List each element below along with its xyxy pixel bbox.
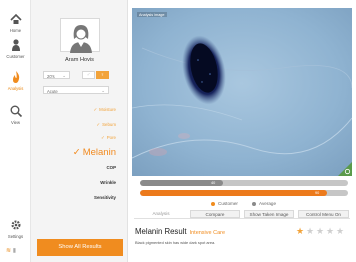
nav-item-settings[interactable]: Settings	[0, 218, 31, 239]
gender-female-toggle[interactable]: ♀	[96, 71, 109, 79]
person-icon	[11, 39, 20, 51]
gender-male-toggle[interactable]: ♂	[82, 71, 95, 79]
customer-panel: Aram Hovis 20's ⌄ ♂ ♀ Acute ⌄ ✓ Moisture …	[31, 0, 128, 262]
customer-name: Aram Hovis	[65, 57, 94, 63]
legend-average: Average	[252, 201, 276, 206]
chevron-down-icon: ⌄	[62, 73, 66, 78]
battery-icon: ▮	[12, 248, 17, 254]
female-icon: ♀	[100, 72, 105, 78]
average-bar: 90	[140, 190, 348, 196]
legend-dot-average	[252, 201, 256, 206]
wifi-icon: ≋	[6, 248, 12, 254]
female-avatar-icon	[70, 25, 92, 53]
chevron-down-icon: ⌄	[101, 88, 105, 93]
legend-dot-customer	[211, 201, 215, 206]
analysis-content: Analysis image 40 90 Customer Average An…	[128, 0, 356, 262]
age-value: 20's	[47, 73, 55, 79]
metric-sensitivity[interactable]: Sensitivity	[94, 195, 116, 200]
result-description: Black pigmented skin has wide dark spot …	[135, 240, 216, 245]
nav-item-customer[interactable]: Customer	[0, 38, 31, 59]
nav-item-analysis[interactable]: Analysis	[0, 70, 31, 91]
metric-sebum[interactable]: ✓ Sebum	[96, 122, 116, 128]
nav-label-view: View	[10, 120, 20, 125]
image-label: Analysis image	[137, 12, 167, 17]
customer-bar-value: 40	[211, 181, 216, 185]
result-heading: Melanin Result Intensive Care	[135, 227, 225, 236]
nav-item-home[interactable]: Home	[0, 12, 31, 33]
flame-icon	[12, 71, 19, 83]
nav-rail: Home Customer Analysis View Settings ≋ ▮	[0, 0, 31, 262]
nav-label-analysis: Analysis	[7, 86, 24, 91]
customer-bar: 40	[140, 180, 348, 186]
skin-type-value: Acute	[47, 88, 58, 94]
check-icon: ✓	[93, 107, 98, 112]
metric-cop[interactable]: COP	[106, 165, 116, 170]
legend-customer: Customer	[211, 201, 238, 206]
result-title: Melanin Result	[135, 227, 187, 236]
check-icon: ✓	[96, 122, 101, 127]
metric-melanin[interactable]: ✓ Melanin	[73, 147, 116, 158]
nav-label-settings: Settings	[7, 234, 24, 239]
customer-avatar	[60, 18, 100, 53]
metric-wrinkle[interactable]: Wrinkle	[100, 180, 116, 185]
result-tabs: Analysis Compare Show Taken Image Contro…	[134, 209, 350, 219]
check-icon: ✓	[101, 135, 105, 140]
app-window: Home Customer Analysis View Settings ≋ ▮…	[0, 0, 356, 262]
check-icon: ✓	[72, 147, 81, 158]
metric-pore[interactable]: ✓ Pore	[101, 135, 116, 141]
home-icon	[9, 13, 22, 24]
tab-control-menu[interactable]: Control Menu On	[298, 210, 349, 218]
result-grade: Intensive Care	[189, 230, 226, 236]
skin-analysis-image[interactable]: Analysis image	[132, 8, 352, 176]
tab-compare[interactable]: Compare	[190, 210, 240, 218]
gear-icon	[10, 220, 21, 230]
connection-status: ≋ ▮	[6, 247, 16, 254]
tab-analysis[interactable]: Analysis	[136, 210, 186, 218]
metric-moisture[interactable]: ✓ Moisture	[93, 107, 116, 113]
skin-photo	[132, 8, 352, 176]
star-icon: ★	[316, 226, 325, 236]
tab-show-taken-image[interactable]: Show Taken Image	[244, 210, 294, 218]
nav-label-home: Home	[9, 28, 22, 33]
age-select[interactable]: 20's ⌄	[43, 71, 70, 79]
magnifier-icon	[10, 105, 22, 118]
average-bar-value: 90	[315, 191, 320, 195]
show-all-results-button[interactable]: Show All Results	[37, 239, 123, 256]
nav-item-view[interactable]: View	[0, 104, 31, 125]
star-icon: ★	[336, 226, 345, 236]
rotate-icon[interactable]	[338, 162, 352, 176]
male-icon: ♂	[86, 72, 91, 78]
skin-type-select[interactable]: Acute ⌄	[43, 86, 109, 94]
star-icon: ★	[306, 226, 315, 236]
nav-label-customer: Customer	[6, 54, 25, 59]
star-icon: ★	[326, 226, 335, 236]
star-icon: ★	[296, 226, 305, 236]
average-bar-fill	[140, 190, 327, 196]
